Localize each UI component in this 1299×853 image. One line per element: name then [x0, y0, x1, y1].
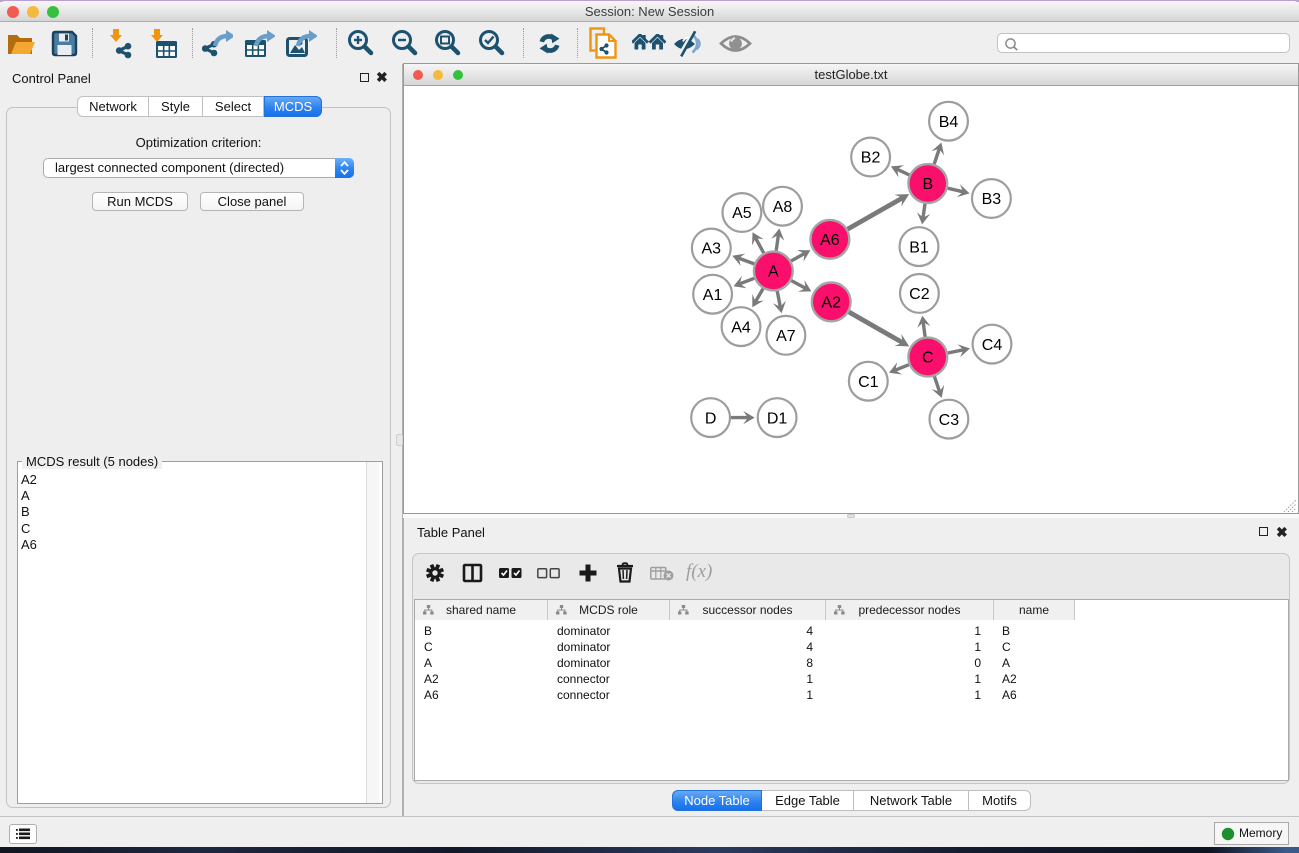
svg-text:B1: B1	[909, 239, 929, 256]
svg-text:B3: B3	[982, 191, 1002, 208]
svg-text:A7: A7	[776, 328, 796, 345]
svg-text:A2: A2	[821, 295, 841, 312]
svg-text:A4: A4	[731, 319, 751, 336]
svg-text:A6: A6	[820, 232, 840, 249]
svg-text:A1: A1	[703, 287, 723, 304]
svg-text:B: B	[922, 176, 933, 193]
svg-text:D: D	[705, 410, 717, 427]
svg-text:A3: A3	[702, 241, 722, 258]
svg-text:B4: B4	[939, 114, 959, 131]
svg-text:C4: C4	[982, 337, 1003, 354]
svg-text:A5: A5	[732, 205, 752, 222]
svg-text:C: C	[922, 350, 934, 367]
svg-text:A8: A8	[773, 199, 793, 216]
svg-text:B2: B2	[861, 150, 881, 167]
svg-text:C1: C1	[858, 374, 879, 391]
svg-text:C3: C3	[939, 412, 960, 429]
svg-text:C2: C2	[909, 286, 930, 303]
svg-text:A: A	[768, 264, 779, 281]
svg-text:D1: D1	[767, 410, 788, 427]
